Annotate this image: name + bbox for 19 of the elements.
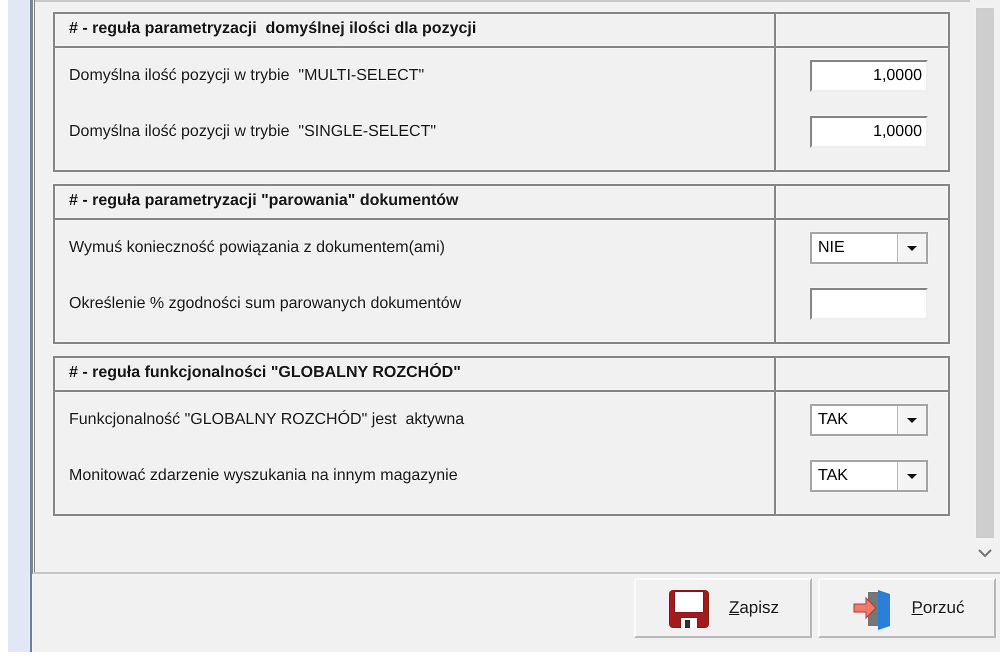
number-field[interactable]: 1,0000 xyxy=(810,116,928,148)
setting-label: Określenie % zgodności sum parowanych dokumentów xyxy=(69,294,462,314)
setting-label: Domyślna ilość pozycji w trybie "SINGLE-SELECT" xyxy=(69,122,438,142)
group-title: # - reguła parametryzacji domyślnej ilości dla pozycji xyxy=(55,14,776,48)
dropdown[interactable]: TAK xyxy=(810,460,928,492)
save-button[interactable]: Zapisz xyxy=(634,578,812,638)
setting-label: Wymuś konieczność powiązania z dokumentem(ami) xyxy=(69,238,446,258)
setting-label: Domyślna ilość pozycji w trybie "MULTI-SELECT" xyxy=(69,66,426,86)
scrollbar-thumb[interactable] xyxy=(976,8,994,538)
scroll-down-icon[interactable] xyxy=(978,548,992,558)
input-field[interactable] xyxy=(810,288,928,320)
discard-button[interactable]: Porzuć xyxy=(818,578,996,638)
dropdown[interactable]: NIE xyxy=(810,232,928,264)
group-title: # - reguła parametryzacji "parowania" dokumentów xyxy=(55,186,776,220)
dropdown[interactable]: TAK xyxy=(810,404,928,436)
setting-label: Funkcjonalność "GLOBALNY ROZCHÓD" jest aktywna xyxy=(69,409,466,430)
group-title: # - reguła funkcjonalności "GLOBALNY ROZCHÓD" xyxy=(55,358,776,392)
number-field[interactable]: 1,0000 xyxy=(810,60,928,92)
setting-label: Monitować zdarzenie wyszukania na innym magazynie xyxy=(69,466,459,486)
